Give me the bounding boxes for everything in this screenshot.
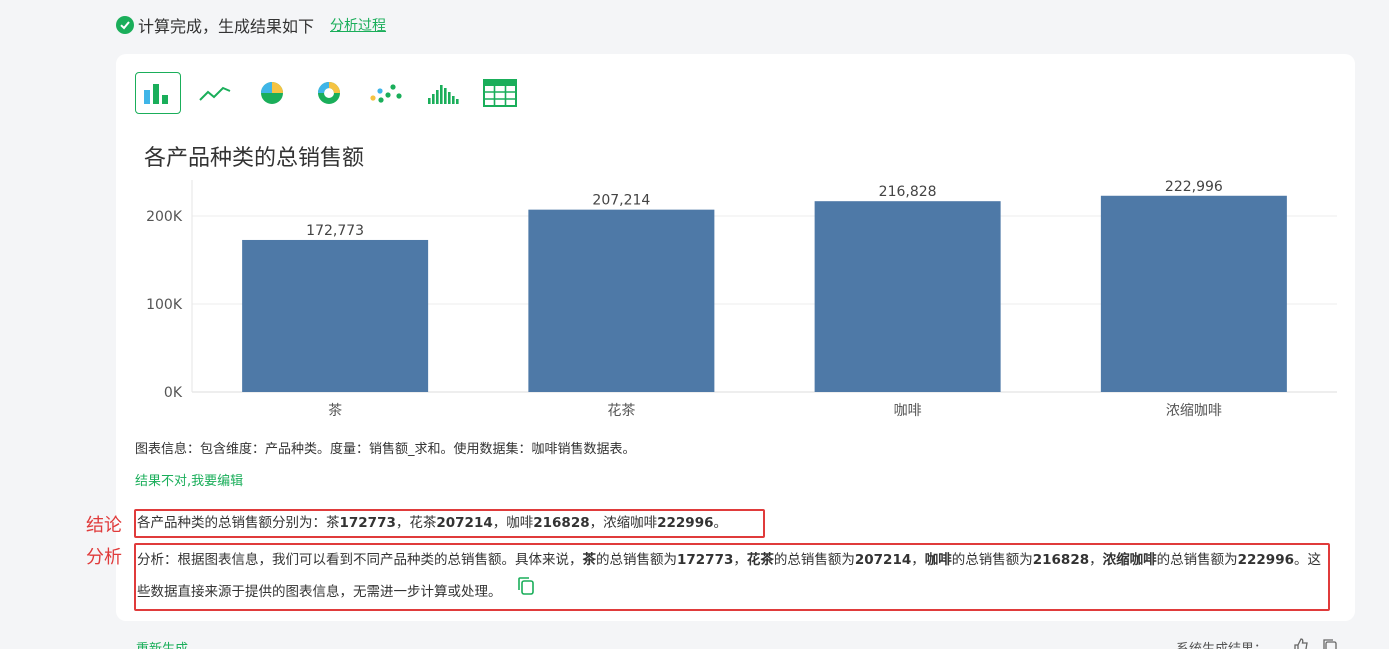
- analysis-connector: 的总销售额为: [596, 552, 677, 568]
- conclusion-box: 各产品种类的总销售额分别为：茶172773，花茶207214，咖啡216828，…: [134, 509, 765, 538]
- conclusion-separator: 。: [713, 515, 728, 531]
- bar: [528, 209, 715, 392]
- conclusion-value: 216828: [533, 515, 590, 531]
- conclusion-value: 222996: [657, 515, 714, 531]
- scatter-chart-icon: [370, 84, 402, 103]
- pie-chart-button[interactable]: [249, 72, 295, 114]
- histogram-chart-button[interactable]: [420, 72, 466, 114]
- table-view-button[interactable]: [477, 72, 523, 114]
- analysis-connector: 的总销售额为: [1156, 552, 1238, 568]
- conclusion-category: 咖啡: [506, 515, 534, 531]
- pie-chart-icon: [261, 82, 283, 104]
- analysis-box: 分析：根据图表信息，我们可以看到不同产品种类的总销售额。具体来说，茶的总销售额为…: [134, 543, 1330, 611]
- analysis-category: 花茶: [746, 552, 774, 568]
- status-text: 计算完成，生成结果如下: [138, 17, 315, 36]
- bar-value-label: 172,773: [306, 223, 364, 239]
- analysis-side-label: 分析: [86, 547, 122, 568]
- analysis-category: 浓缩咖啡: [1102, 552, 1157, 568]
- chart-info: 图表信息：包含维度：产品种类。度量：销售额_求和。使用数据集：咖啡销售数据表。: [135, 442, 636, 457]
- thumbs-up-icon[interactable]: [1293, 638, 1309, 649]
- analysis-connector: 的总销售额为: [951, 552, 1033, 568]
- analysis-value: 216828: [1032, 552, 1090, 568]
- analysis-intro: 分析：根据图表信息，我们可以看到不同产品种类的总销售额。具体来说，: [137, 552, 583, 568]
- conclusion-value: 207214: [436, 515, 493, 531]
- analysis-value: 207214: [854, 552, 912, 568]
- line-chart-icon: [199, 86, 231, 101]
- y-tick-label: 200K: [146, 209, 183, 225]
- table-icon: [483, 79, 517, 107]
- chart-title: 各产品种类的总销售额: [144, 146, 365, 171]
- analysis-value: 172773: [677, 552, 734, 568]
- histogram-chart-icon: [428, 85, 459, 104]
- x-tick-label: 咖啡: [894, 403, 922, 419]
- regenerate-link[interactable]: 重新生成: [136, 638, 188, 649]
- bar-chart-icon: [144, 84, 168, 104]
- analysis-process-link[interactable]: 分析过程: [330, 15, 386, 35]
- donut-chart-icon: [318, 82, 340, 104]
- bar-chart: 0K 100K 200K 172,773 茶 207,214 花茶 216,828 咖啡 222,…: [146, 179, 1337, 419]
- analysis-separator: 。: [1294, 552, 1308, 568]
- check-circle-icon: [116, 16, 134, 34]
- copy-icon[interactable]: [516, 576, 536, 608]
- bar-chart-button[interactable]: [135, 72, 181, 114]
- conclusion-category: 花茶: [409, 515, 437, 531]
- conclusion-side-label: 结论: [86, 515, 122, 536]
- analysis-connector: 的总销售额为: [773, 552, 855, 568]
- bar-value-label: 216,828: [879, 184, 937, 200]
- analysis-separator: ，: [1089, 552, 1103, 568]
- analysis-category: 茶: [582, 552, 597, 568]
- scatter-chart-button[interactable]: [363, 72, 409, 114]
- bar-value-label: 222,996: [1165, 179, 1223, 195]
- analysis-separator: ，: [911, 552, 925, 568]
- conclusion-separator: ，: [492, 515, 507, 531]
- system-result-label: 系统生成结果：: [1176, 638, 1267, 649]
- bar: [814, 201, 1001, 392]
- conclusion-separator: ，: [589, 515, 604, 531]
- bar: [242, 239, 429, 392]
- conclusion-separator: ，: [395, 515, 410, 531]
- x-tick-label: 浓缩咖啡: [1166, 403, 1222, 419]
- x-tick-label: 茶: [328, 403, 342, 419]
- conclusion-category: 茶: [326, 515, 340, 531]
- donut-chart-button[interactable]: [306, 72, 352, 114]
- chart-type-toolbar: [135, 72, 523, 114]
- x-tick-label: 花茶: [607, 403, 635, 419]
- copy-icon-small[interactable]: [1322, 638, 1338, 649]
- analysis-category: 咖啡: [924, 552, 952, 568]
- bar-value-label: 207,214: [592, 193, 650, 209]
- analysis-separator: ，: [733, 552, 747, 568]
- conclusion-category: 浓缩咖啡: [603, 515, 658, 531]
- conclusion-prefix: 各产品种类的总销售额分别为：: [137, 515, 326, 531]
- analysis-value: 222996: [1237, 552, 1294, 568]
- conclusion-value: 172773: [339, 515, 396, 531]
- line-chart-button[interactable]: [192, 72, 238, 114]
- edit-result-link[interactable]: 结果不对,我要编辑: [135, 470, 243, 489]
- y-tick-label: 100K: [146, 297, 183, 313]
- status-line: 计算完成，生成结果如下 分析过程: [116, 14, 386, 36]
- bar: [1100, 195, 1287, 392]
- result-card: 各产品种类的总销售额 0K 100K 200K 172,773 茶 207,214 花茶 21…: [116, 54, 1355, 621]
- y-tick-label: 0K: [164, 385, 183, 401]
